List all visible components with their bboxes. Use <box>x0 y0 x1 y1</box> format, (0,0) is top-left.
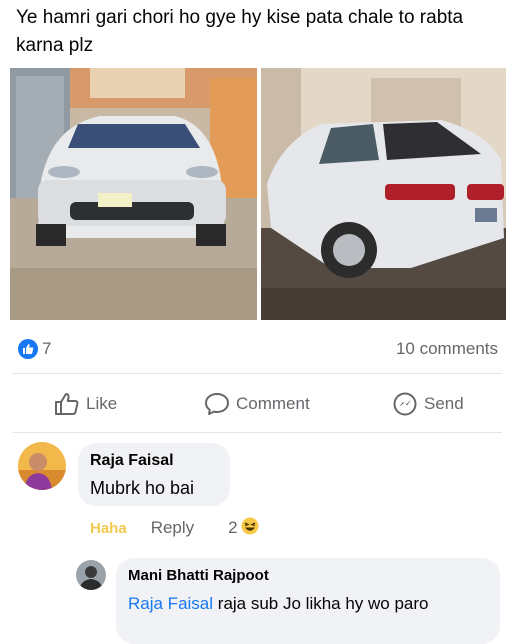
post-text: Ye hamri gari chori ho gye hy kise pata … <box>16 7 464 56</box>
like-button[interactable]: Like <box>54 386 117 422</box>
divider <box>12 432 502 433</box>
avatar[interactable] <box>76 560 106 590</box>
send-button[interactable]: Send <box>392 386 464 422</box>
divider <box>12 373 502 374</box>
reactions-summary[interactable]: 7 <box>18 337 51 361</box>
haha-reaction-button[interactable]: Haha <box>90 520 127 537</box>
comment-label: Comment <box>236 394 310 413</box>
avatar[interactable] <box>18 442 66 490</box>
reactions-count: 7 <box>42 339 52 358</box>
comment-actions: Haha Reply 2 <box>90 516 259 540</box>
thumbs-up-icon <box>55 393 79 415</box>
post-photos[interactable] <box>10 68 506 320</box>
post-actions-bar: Like Comment Send <box>0 386 514 422</box>
send-label: Send <box>424 394 464 413</box>
like-reaction-icon <box>18 339 38 359</box>
comment-author[interactable]: Mani Bhatti Rajpoot <box>128 567 269 584</box>
comment-text: Mubrk ho bai <box>90 478 195 498</box>
reply-button[interactable]: Reply <box>151 518 194 538</box>
comment-text: Raja Faisal raja sub Jo likha hy wo paro <box>128 591 488 616</box>
comment-reaction-count[interactable]: 2 <box>228 518 237 538</box>
comment-author[interactable]: Raja Faisal <box>90 452 174 470</box>
comment-button[interactable]: Comment <box>204 386 310 422</box>
haha-emoji-icon <box>241 517 259 540</box>
comments-count-link[interactable]: 10 comments <box>396 339 498 359</box>
car-front-photo[interactable] <box>10 68 257 320</box>
comment-bubble-icon <box>205 393 229 415</box>
reply-bubble: Mani Bhatti Rajpoot Raja Faisal raja sub… <box>116 558 500 644</box>
comment-bubble: Raja Faisal Mubrk ho bai <box>78 443 230 506</box>
mention-link[interactable]: Raja Faisal <box>128 594 213 613</box>
messenger-icon <box>393 392 417 416</box>
car-side-photo[interactable] <box>261 68 506 320</box>
like-label: Like <box>86 394 118 413</box>
reply-body: raja sub Jo likha hy wo paro <box>217 594 429 613</box>
